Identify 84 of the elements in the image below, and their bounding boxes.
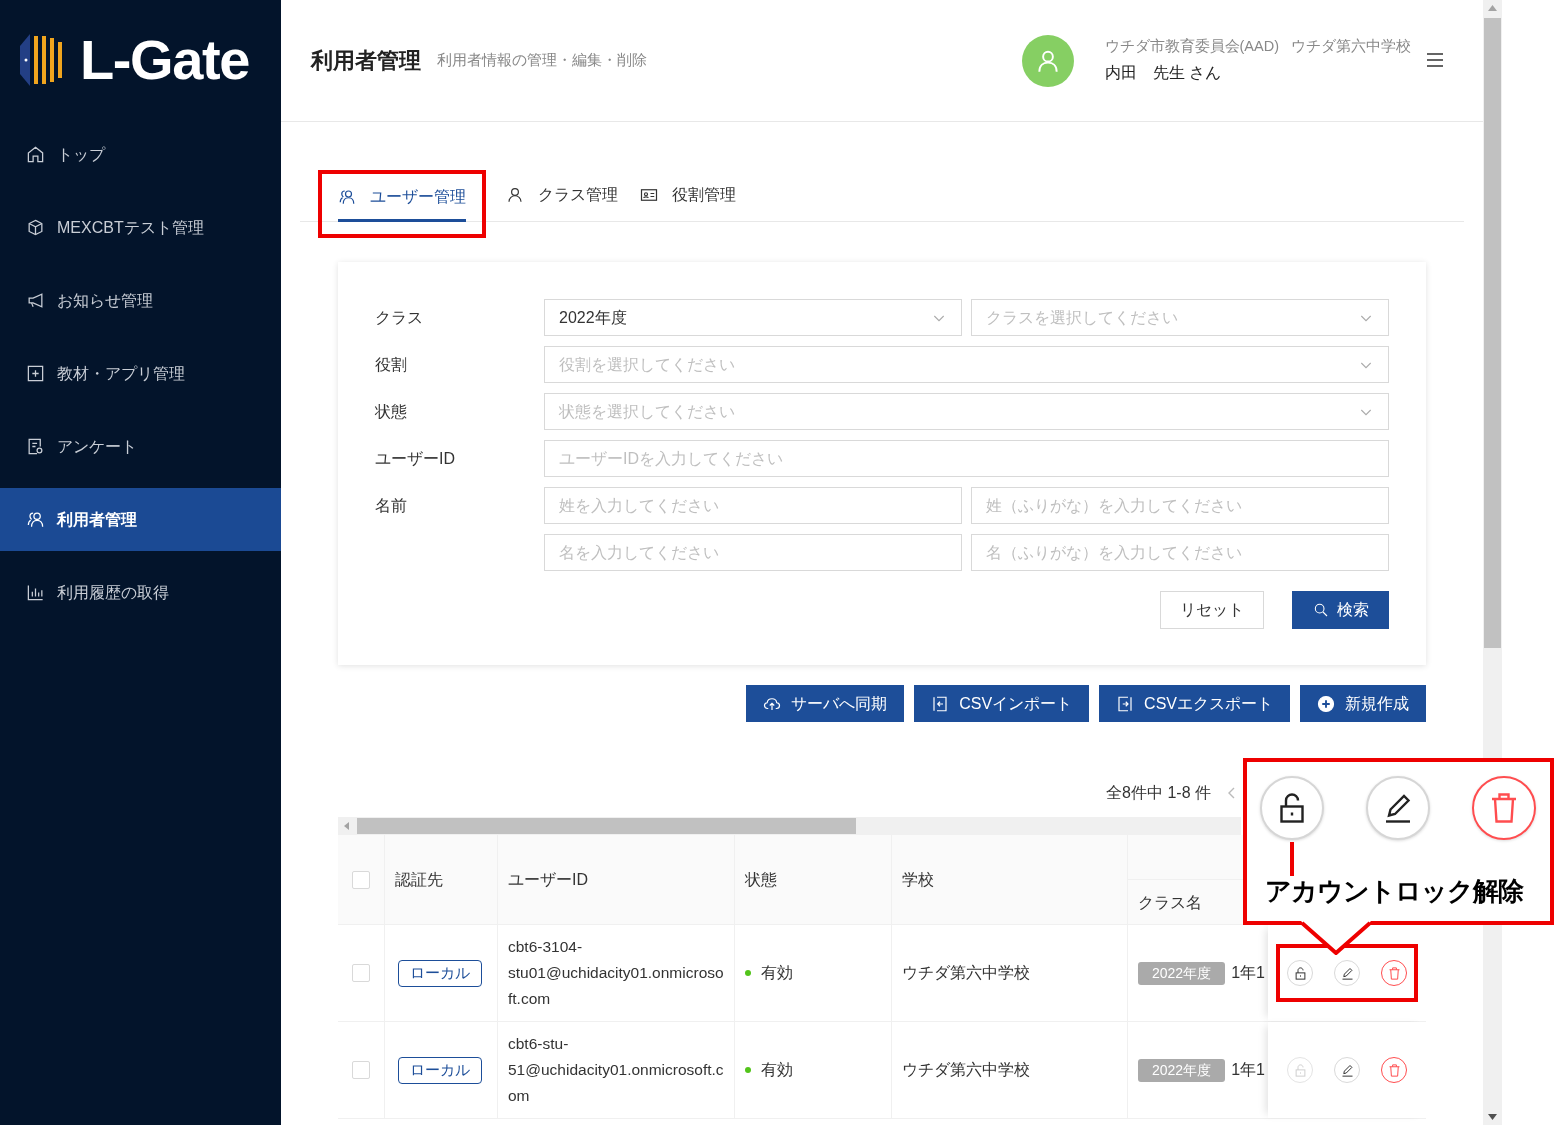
pagination-summary: 全8件中 1-8 件 [1106,783,1211,803]
unlock-icon [1292,965,1308,981]
page-title: 利用者管理 [311,47,421,75]
cube-icon [26,218,45,237]
home-icon [26,145,45,164]
table-cell-text: 有効 [761,963,793,983]
column-header: クラス名 [1138,892,1202,913]
column-header: ユーザーID [508,870,588,890]
edit-button[interactable] [1334,1057,1360,1083]
row-checkbox[interactable] [352,1061,370,1079]
school-name: ウチダ第六中学校 [1291,36,1411,56]
input-field[interactable]: 名（ふりがな）を入力してください [971,534,1389,571]
nav-item[interactable]: 教材・アプリ管理 [0,342,281,405]
field-label: 役割 [375,354,408,375]
search-button[interactable]: 検索 [1292,591,1389,629]
field-label: 状態 [375,401,408,422]
input-field[interactable]: 姓を入力してください [544,487,962,524]
users-icon [338,187,356,206]
bar-chart-icon [26,583,45,602]
nav-item[interactable]: トップ [0,123,281,186]
search-icon [1312,602,1329,618]
scrollbar-thumb[interactable] [1484,18,1501,648]
delete-button[interactable] [1381,1057,1407,1083]
auth-tag: ローカル [398,959,482,987]
menu-button[interactable] [1427,52,1443,67]
select-field[interactable]: 2022年度 [544,299,962,336]
scrollbar-thumb[interactable] [357,818,856,834]
scroll-up-icon[interactable] [1488,5,1497,11]
table-cell-text: 1年1 [1231,963,1265,983]
scroll-down-icon[interactable] [1488,1114,1497,1120]
nav-item[interactable]: MEXCBTテスト管理 [0,196,281,259]
table-cell-text: 1年1 [1231,1060,1265,1080]
tab[interactable]: ユーザー管理 [338,174,466,222]
callout-label: アカウントロック解除 [1265,878,1525,904]
horizontal-scrollbar[interactable] [338,817,1241,835]
tab[interactable]: 役割管理 [638,170,738,222]
import-icon [931,694,950,713]
table-cell-text: cbt6-stu-51@uchidacity01.onmicrosoft.com [508,1034,724,1106]
table-cell-text: ウチダ第六中学校 [902,963,1030,983]
page-subtitle: 利用者情報の管理・編集・削除 [437,50,647,71]
action-button[interactable]: CSVインポート [914,685,1090,722]
nav-item[interactable]: 利用者管理 [0,488,281,551]
column-header: 学校 [902,870,934,890]
user-name: 内田 先生 さん [1104,63,1222,84]
organization-name: ウチダ市教育委員会(AAD) [1104,36,1279,56]
export-icon [1116,694,1135,713]
field-label: クラス [375,307,424,328]
row-checkbox[interactable] [352,964,370,982]
year-tag: 2022年度 [1138,1058,1226,1082]
users-icon [26,510,45,529]
nav-item[interactable]: お知らせ管理 [0,269,281,332]
table-cell-text: 有効 [761,1060,793,1080]
auth-tag: ローカル [398,1056,482,1084]
megaphone-icon [26,291,45,310]
plus-circle-icon [1317,694,1335,713]
field-label: 名前 [375,495,408,516]
year-tag: 2022年度 [1138,961,1226,985]
reset-button[interactable]: リセット [1160,591,1264,629]
action-button[interactable]: 新規作成 [1300,685,1426,722]
edit-button[interactable] [1334,960,1360,986]
column-header: 認証先 [395,870,443,890]
nav-item[interactable]: 利用履歴の取得 [0,561,281,624]
chevron-left-icon[interactable] [1227,787,1235,799]
field-label: ユーザーID [375,448,456,469]
nav-item[interactable]: アンケート [0,415,281,478]
document-icon [26,437,45,456]
table-cell-text: ウチダ第六中学校 [902,1060,1030,1080]
logo-text: L-Gate [80,32,249,88]
scroll-left-icon[interactable] [344,822,349,830]
table-cell-text: cbt6-3104-stu01@uchidacity01.onmicrosoft.com [508,937,724,1009]
column-header: 状態 [745,870,777,890]
action-button[interactable]: CSVエクスポート [1099,685,1290,722]
tab[interactable]: クラス管理 [504,170,620,222]
input-field[interactable]: ユーザーIDを入力してください [544,440,1389,477]
select-all-checkbox[interactable] [352,871,370,889]
input-field[interactable]: 姓（ふりがな）を入力してください [971,487,1389,524]
plus-square-icon [26,364,45,383]
unlock-icon [1292,1062,1308,1078]
input-field[interactable]: 名を入力してください [544,534,962,571]
unlock-button[interactable] [1287,960,1313,986]
action-button[interactable]: サーバへ同期 [746,685,905,722]
menu-icon [1427,52,1443,67]
delete-button[interactable] [1381,960,1407,986]
user-icon [506,185,524,204]
